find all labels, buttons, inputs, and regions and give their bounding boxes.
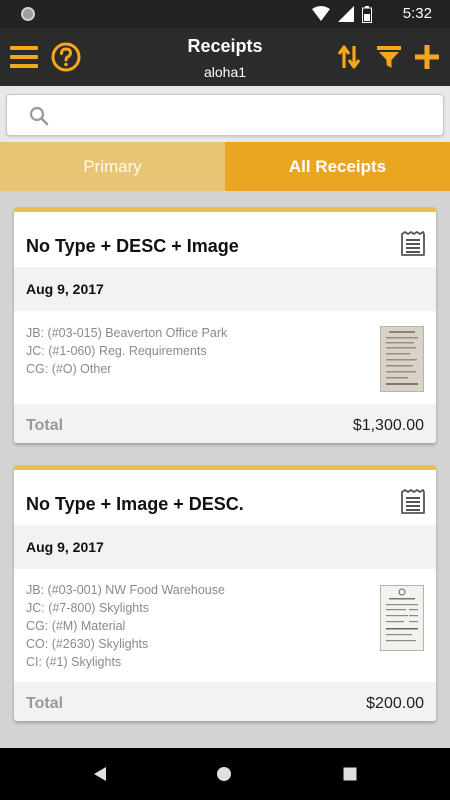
receipt-card[interactable]: No Type + DESC + Image Aug 9, 2017 JB: (… — [14, 207, 436, 443]
search-box[interactable] — [6, 94, 444, 136]
system-nav-bar — [0, 748, 450, 800]
sort-button[interactable] — [332, 40, 366, 74]
receipt-total-band: Total $200.00 — [14, 682, 436, 721]
total-amount: $200.00 — [366, 695, 424, 712]
total-label: Total — [26, 417, 64, 434]
wifi-icon — [312, 6, 330, 21]
receipt-total-band: Total $1,300.00 — [14, 404, 436, 443]
receipt-date-band: Aug 9, 2017 — [14, 525, 436, 569]
notification-dot-icon — [21, 7, 35, 21]
receipt-details: JB: (#03-015) Beaverton Office Park JC: … — [26, 324, 227, 378]
detail-line: JC: (#1-060) Reg. Requirements — [26, 344, 207, 358]
receipt-date-band: Aug 9, 2017 — [14, 267, 436, 311]
detail-line: JB: (#03-001) NW Food Warehouse — [26, 583, 225, 597]
search-icon — [29, 106, 49, 126]
filter-icon — [377, 46, 401, 68]
receipt-thumbnail[interactable] — [380, 326, 424, 392]
signal-icon — [338, 6, 354, 22]
search-input[interactable] — [55, 101, 435, 129]
search-bar — [0, 86, 450, 142]
sort-icon — [337, 45, 361, 69]
detail-line: CO: (#2630) Skylights — [26, 637, 149, 651]
detail-line: CI: (#1) Skylights — [26, 655, 122, 669]
receipt-details: JB: (#03-001) NW Food Warehouse JC: (#7-… — [26, 581, 225, 671]
receipt-title: No Type + DESC + Image — [26, 236, 239, 256]
add-button[interactable] — [410, 40, 444, 74]
receipt-image-icon — [381, 327, 423, 391]
recents-icon[interactable] — [342, 766, 358, 782]
tab-primary[interactable]: Primary — [0, 142, 225, 191]
app-bar: Receipts aloha1 — [0, 28, 450, 86]
battery-icon — [362, 5, 372, 23]
detail-line: JC: (#7-800) Skylights — [26, 601, 149, 615]
receipt-date: Aug 9, 2017 — [26, 281, 104, 297]
status-bar: 5:32 — [0, 0, 450, 28]
receipt-card[interactable]: No Type + Image + DESC. Aug 9, 2017 JB: … — [14, 465, 436, 721]
receipt-icon[interactable] — [400, 489, 426, 515]
filter-button[interactable] — [372, 40, 406, 74]
add-icon — [415, 45, 439, 69]
receipt-date: Aug 9, 2017 — [26, 539, 104, 555]
receipt-title: No Type + Image + DESC. — [26, 494, 244, 514]
tab-all-receipts[interactable]: All Receipts — [225, 142, 450, 191]
detail-line: CG: (#O) Other — [26, 362, 112, 376]
detail-line: CG: (#M) Material — [26, 619, 126, 633]
back-icon[interactable] — [92, 766, 108, 782]
tab-bar: Primary All Receipts — [0, 142, 450, 191]
home-icon[interactable] — [216, 766, 232, 782]
detail-line: JB: (#03-015) Beaverton Office Park — [26, 326, 228, 340]
status-time: 5:32 — [402, 5, 432, 22]
receipt-thumbnail[interactable] — [380, 585, 424, 651]
total-label: Total — [26, 695, 64, 712]
receipt-icon[interactable] — [400, 231, 426, 257]
receipt-image-icon — [381, 586, 423, 650]
total-amount: $1,300.00 — [352, 417, 424, 434]
